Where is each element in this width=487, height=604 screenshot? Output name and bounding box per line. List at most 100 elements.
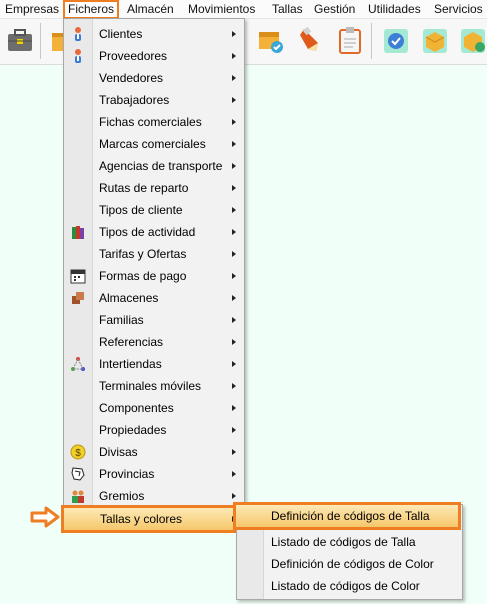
submenu-arrow-icon bbox=[232, 427, 236, 433]
menu-item-divisas[interactable]: $ Divisas bbox=[64, 441, 244, 463]
menu-item-tallas-y-colores[interactable]: Tallas y colores bbox=[61, 505, 245, 533]
menu-item-referencias[interactable]: Referencias bbox=[64, 331, 244, 353]
submenu-arrow-icon bbox=[232, 185, 236, 191]
menu-item-label: Componentes bbox=[99, 401, 174, 415]
menu-tallas[interactable]: Tallas bbox=[272, 0, 303, 18]
menu-item-propiedades[interactable]: Propiedades bbox=[64, 419, 244, 441]
menu-item-label: Tarifas y Ofertas bbox=[99, 247, 187, 261]
menu-item-label: Trabajadores bbox=[99, 93, 170, 107]
submenu-arrow-icon bbox=[232, 207, 236, 213]
submenu-arrow-icon bbox=[232, 119, 236, 125]
check-circle-icon[interactable] bbox=[381, 25, 411, 55]
menu-item-marcas-comerciales[interactable]: Marcas comerciales bbox=[64, 133, 244, 155]
submenu-arrow-icon bbox=[232, 405, 236, 411]
submenu-arrow-icon bbox=[232, 75, 236, 81]
menu-item-intertiendas[interactable]: Intertiendas bbox=[64, 353, 244, 375]
menu-item-label: Vendedores bbox=[99, 71, 164, 85]
menu-item-componentes[interactable]: Componentes bbox=[64, 397, 244, 419]
menu-item-label: Marcas comerciales bbox=[99, 137, 206, 151]
menu-item-clientes[interactable]: Clientes bbox=[64, 23, 244, 45]
submenu-arrow-icon bbox=[232, 339, 236, 345]
group-icon bbox=[70, 488, 86, 504]
network-icon bbox=[70, 356, 86, 372]
menu-item-label: Proveedores bbox=[99, 49, 168, 63]
menu-item-label: Divisas bbox=[99, 445, 138, 459]
menu-ficheros[interactable]: Ficheros bbox=[63, 0, 120, 19]
menu-item-trabajadores[interactable]: Trabajadores bbox=[64, 89, 244, 111]
menu-item-label: Familias bbox=[99, 313, 144, 327]
person-icon bbox=[70, 48, 86, 64]
menu-item-proveedores[interactable]: Proveedores bbox=[64, 45, 244, 67]
submenu-arrow-icon bbox=[232, 361, 236, 367]
coin-icon: $ bbox=[70, 444, 86, 460]
submenu-arrow-icon bbox=[232, 295, 236, 301]
submenu-item-definicion-talla[interactable]: Definición de códigos de Talla bbox=[233, 502, 461, 530]
menu-item-tipos-de-actividad[interactable]: Tipos de actividad bbox=[64, 221, 244, 243]
menu-utilidades[interactable]: Utilidades bbox=[368, 0, 421, 18]
menu-item-almacenes[interactable]: Almacenes bbox=[64, 287, 244, 309]
menu-item-label: Tipos de actividad bbox=[99, 225, 196, 239]
menu-item-terminales-moviles[interactable]: Terminales móviles bbox=[64, 375, 244, 397]
submenu-arrow-icon bbox=[232, 53, 236, 59]
boxes-icon bbox=[70, 290, 86, 306]
menu-item-tarifas-y-ofertas[interactable]: Tarifas y Ofertas bbox=[64, 243, 244, 265]
submenu-arrow-icon bbox=[232, 97, 236, 103]
map-icon bbox=[70, 466, 86, 482]
menu-item-label: Provincias bbox=[99, 467, 155, 481]
package-check-icon[interactable] bbox=[458, 25, 487, 55]
menu-gestion[interactable]: Gestión bbox=[314, 0, 355, 18]
menu-item-label: Tallas y colores bbox=[100, 512, 183, 526]
menu-servicios[interactable]: Servicios bbox=[434, 0, 483, 18]
submenu-arrow-icon bbox=[232, 141, 236, 147]
submenu-arrow-icon bbox=[232, 471, 236, 477]
menu-item-gremios[interactable]: Gremios bbox=[64, 485, 244, 507]
menu-item-fichas-comerciales[interactable]: Fichas comerciales bbox=[64, 111, 244, 133]
clipboard-icon[interactable] bbox=[335, 25, 365, 55]
menu-item-provincias[interactable]: Provincias bbox=[64, 463, 244, 485]
person-icon bbox=[70, 26, 86, 42]
menu-item-formas-de-pago[interactable]: Formas de pago bbox=[64, 265, 244, 287]
menu-item-label: Tipos de cliente bbox=[99, 203, 183, 217]
calendar-icon bbox=[70, 268, 86, 284]
menu-item-label: Intertiendas bbox=[99, 357, 162, 371]
submenu-item-listado-color[interactable]: Listado de códigos de Color bbox=[271, 575, 420, 597]
menu-item-rutas-de-reparto[interactable]: Rutas de reparto bbox=[64, 177, 244, 199]
menu-item-label: Almacenes bbox=[99, 291, 159, 305]
menu-almacen[interactable]: Almacén bbox=[127, 0, 174, 18]
menu-item-label: Clientes bbox=[99, 27, 143, 41]
pen-icon[interactable] bbox=[296, 25, 326, 55]
box-check-icon[interactable] bbox=[256, 25, 286, 55]
menu-item-tipos-de-cliente[interactable]: Tipos de cliente bbox=[64, 199, 244, 221]
submenu-arrow-icon bbox=[232, 449, 236, 455]
submenu-arrow-icon bbox=[232, 273, 236, 279]
submenu-item-definicion-color[interactable]: Definición de códigos de Color bbox=[271, 553, 434, 575]
menu-item-label: Gremios bbox=[99, 489, 145, 503]
submenu-arrow-icon bbox=[232, 251, 236, 257]
menu-item-label: Fichas comerciales bbox=[99, 115, 202, 129]
orange-arrow-pointer-icon bbox=[30, 506, 60, 528]
package-icon[interactable] bbox=[420, 25, 450, 55]
submenu-item-label: Definición de códigos de Talla bbox=[271, 509, 430, 523]
submenu-arrow-icon bbox=[232, 163, 236, 169]
menu-item-familias[interactable]: Familias bbox=[64, 309, 244, 331]
menu-item-label: Rutas de reparto bbox=[99, 181, 189, 195]
submenu-arrow-icon bbox=[232, 493, 236, 499]
svg-text:$: $ bbox=[75, 448, 81, 459]
submenu-arrow-icon bbox=[232, 383, 236, 389]
submenu-arrow-icon bbox=[232, 229, 236, 235]
menu-item-agencias-de-transporte[interactable]: Agencias de transporte bbox=[64, 155, 244, 177]
menu-item-label: Formas de pago bbox=[99, 269, 187, 283]
menu-item-vendedores[interactable]: Vendedores bbox=[64, 67, 244, 89]
menu-item-label: Referencias bbox=[99, 335, 164, 349]
menu-empresas[interactable]: Empresas bbox=[5, 0, 59, 18]
submenu-item-listado-talla[interactable]: Listado de códigos de Talla bbox=[271, 531, 416, 553]
ficheros-menu: Clientes Proveedores Vendedores Trabajadore… bbox=[63, 18, 245, 510]
menu-movimientos[interactable]: Movimientos bbox=[188, 0, 255, 18]
menu-bar: Empresas Ficheros Almacén Movimientos Ta… bbox=[0, 0, 487, 19]
submenu-arrow-icon bbox=[232, 317, 236, 323]
submenu-arrow-icon bbox=[232, 31, 236, 37]
menu-item-label: Terminales móviles bbox=[99, 379, 202, 393]
briefcase-icon[interactable] bbox=[5, 25, 35, 55]
menu-item-label: Agencias de transporte bbox=[99, 159, 223, 173]
books-icon bbox=[70, 224, 86, 240]
